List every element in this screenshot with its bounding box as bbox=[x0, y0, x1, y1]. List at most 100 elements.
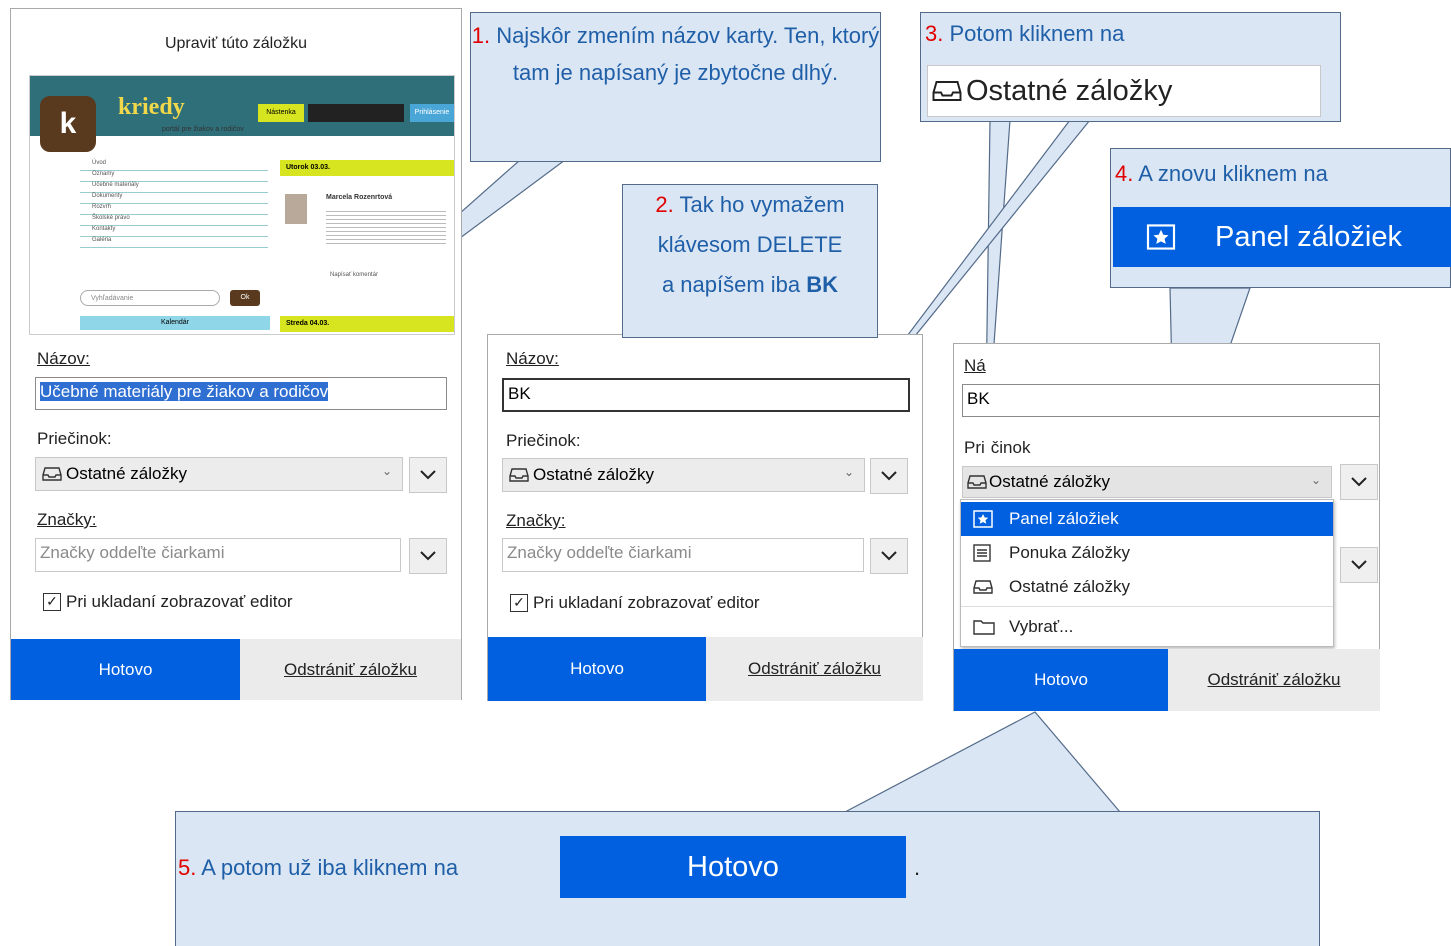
callout-text-line-1: Tak ho vymažem bbox=[679, 192, 845, 217]
callout-step-4: 4. A znovu kliknem na Panel záložiek bbox=[1110, 148, 1451, 288]
callout-button-label: Panel záložiek bbox=[1215, 220, 1402, 253]
folder-icon bbox=[973, 619, 995, 635]
preview-menu-item: Úvod bbox=[80, 160, 268, 171]
callout-line-3: a napíšem iba BK bbox=[623, 265, 877, 305]
callout-button-hotovo: Hotovo bbox=[560, 836, 906, 898]
done-button[interactable]: Hotovo bbox=[488, 637, 706, 701]
show-editor-checkbox[interactable]: ✓ Pri ukladaní zobrazovať editor bbox=[510, 593, 760, 613]
bookmark-editor-3: Ná BK Pri činok Ostatné záložky ⌄ Panel z… bbox=[953, 343, 1380, 711]
preview-logo: k bbox=[40, 96, 96, 152]
step-number: 1. bbox=[471, 23, 491, 48]
callout-text: Najskôr zmením názov karty. Ten, ktorý t… bbox=[496, 23, 880, 85]
callout-button-panel: Panel záložiek bbox=[1113, 207, 1451, 267]
tags-expand-button[interactable] bbox=[1340, 547, 1378, 583]
step-number: 3. bbox=[925, 21, 944, 46]
name-field[interactable]: BK bbox=[502, 378, 910, 412]
folder-expand-button[interactable] bbox=[1340, 464, 1378, 500]
preview-menu-item: Učebné materiály bbox=[80, 182, 268, 193]
menu-item-toolbar[interactable]: Panel záložiek bbox=[961, 502, 1333, 536]
folder-select-value: Ostatné záložky bbox=[66, 464, 187, 483]
folder-label-part-a: Pri bbox=[964, 438, 985, 457]
folder-label: Priečinok: bbox=[37, 429, 112, 448]
menu-list-icon bbox=[973, 544, 995, 562]
menu-item-label: Ponuka Záložky bbox=[1009, 543, 1130, 562]
callout-step-5: 5. A potom už iba kliknem na Hotovo . bbox=[175, 811, 1320, 946]
callout-text-line-3: a napíšem iba bbox=[661, 272, 807, 297]
callout-step-1: 1. Najskôr zmením názov karty. Ten, ktor… bbox=[470, 12, 881, 162]
callout-text: A znovu kliknem na bbox=[1138, 161, 1328, 186]
tags-field[interactable]: Značky oddeľte čiarkami bbox=[35, 538, 401, 572]
remove-bookmark-button[interactable]: Odstrániť záložku bbox=[1168, 649, 1380, 711]
menu-item-other-bookmarks[interactable]: Ostatné záložky bbox=[961, 570, 1333, 604]
name-label: Názov: bbox=[37, 349, 90, 368]
folder-select[interactable]: Ostatné záložky ⌄ bbox=[962, 466, 1332, 498]
preview-post-body bbox=[326, 208, 446, 244]
remove-bookmark-button[interactable]: Odstrániť záložku bbox=[240, 639, 461, 700]
preview-post-link: Napísať komentár bbox=[330, 272, 378, 278]
name-field[interactable]: Učebné materiály pre žiakov a rodičov bbox=[35, 377, 447, 410]
callout-button-label: Ostatné záložky bbox=[966, 74, 1173, 107]
tray-icon bbox=[42, 466, 62, 482]
step-number: 5. bbox=[178, 855, 197, 880]
folder-select-value: Ostatné záložky bbox=[989, 472, 1110, 491]
site-preview: k kriedy portál pre žiakov a rodičov Nás… bbox=[29, 75, 455, 335]
menu-item-label: Panel záložiek bbox=[1009, 509, 1119, 528]
callout-bold-bk: BK bbox=[806, 272, 839, 297]
bookmark-editor-2: Názov: BK Priečinok: Ostatné záložky ⌄ Z… bbox=[487, 334, 923, 701]
done-button[interactable]: Hotovo bbox=[954, 649, 1168, 711]
callout-step-2: 2. Tak ho vymažem klávesom DELETE a napí… bbox=[622, 184, 878, 338]
star-box-icon bbox=[1145, 224, 1177, 250]
preview-search-button: Ok bbox=[230, 290, 260, 306]
preview-menu-item: Dokumenty bbox=[80, 193, 268, 204]
callout-button-ostatne: Ostatné záložky bbox=[927, 65, 1321, 117]
chevron-down-icon bbox=[420, 551, 436, 561]
show-editor-label: Pri ukladaní zobrazovať editor bbox=[66, 592, 293, 611]
chevron-down-icon: ⌄ bbox=[1310, 473, 1321, 487]
folder-label: Priečinok: bbox=[506, 431, 581, 450]
preview-calendar-bar: Kalendár bbox=[80, 316, 270, 330]
tray-icon bbox=[509, 467, 529, 483]
menu-item-label: Vybrať... bbox=[1009, 617, 1074, 636]
preview-post-date-1: Utorok 03.03. bbox=[280, 160, 454, 176]
tray-icon bbox=[973, 579, 995, 595]
chevron-down-icon bbox=[881, 551, 897, 561]
callout-line: 5. A potom už iba kliknem na bbox=[178, 855, 458, 881]
tags-expand-button[interactable] bbox=[870, 538, 908, 574]
step-number: 2. bbox=[655, 192, 674, 217]
remove-bookmark-button[interactable]: Odstrániť záložku bbox=[706, 637, 923, 701]
preview-menu-item: Kontakty bbox=[80, 226, 268, 237]
folder-select[interactable]: Ostatné záložky ⌄ bbox=[35, 457, 403, 491]
name-field-value: Učebné materiály pre žiakov a rodičov bbox=[40, 382, 329, 401]
show-editor-checkbox[interactable]: ✓ Pri ukladaní zobrazovať editor bbox=[43, 592, 293, 612]
preview-post-photo bbox=[285, 194, 307, 224]
done-button[interactable]: Hotovo bbox=[11, 639, 240, 700]
folder-label-part-b: činok bbox=[990, 438, 1031, 457]
preview-tab-login: Prihlásenie bbox=[410, 104, 454, 122]
callout-end-period: . bbox=[914, 855, 921, 880]
chevron-down-icon bbox=[420, 470, 436, 480]
tray-icon bbox=[932, 78, 962, 104]
checkmark-icon: ✓ bbox=[510, 594, 528, 612]
preview-menu-item: Oznamy bbox=[80, 171, 268, 182]
tags-field[interactable]: Značky oddeľte čiarkami bbox=[502, 538, 864, 572]
folder-select[interactable]: Ostatné záložky ⌄ bbox=[502, 458, 865, 492]
callout-line-1: 2. Tak ho vymažem bbox=[623, 185, 877, 225]
chevron-down-icon bbox=[1351, 477, 1367, 487]
chevron-down-icon: ⌄ bbox=[843, 465, 854, 479]
folder-expand-button[interactable] bbox=[870, 458, 908, 494]
preview-post-author: Marcela Rozenrtová bbox=[326, 194, 393, 201]
chevron-down-icon: ⌄ bbox=[381, 464, 392, 478]
tags-label: Značky: bbox=[37, 510, 97, 529]
show-editor-label: Pri ukladaní zobrazovať editor bbox=[533, 593, 760, 612]
preview-menu-item: Školské právo bbox=[80, 215, 268, 226]
menu-item-bookmarks-menu[interactable]: Ponuka Záložky bbox=[961, 536, 1333, 570]
folder-expand-button[interactable] bbox=[409, 457, 447, 493]
callout-line: 4. A znovu kliknem na bbox=[1115, 161, 1328, 187]
name-field[interactable]: BK bbox=[962, 384, 1380, 417]
callout-step-3: 3. Potom kliknem na Ostatné záložky bbox=[920, 12, 1341, 122]
preview-search: Vyhľadávanie bbox=[80, 290, 220, 306]
preview-tab-bar bbox=[308, 104, 404, 122]
tags-expand-button[interactable] bbox=[409, 538, 447, 574]
menu-item-choose[interactable]: Vybrať... bbox=[961, 610, 1333, 644]
preview-tab-nastenka: Nástenka bbox=[258, 104, 304, 122]
